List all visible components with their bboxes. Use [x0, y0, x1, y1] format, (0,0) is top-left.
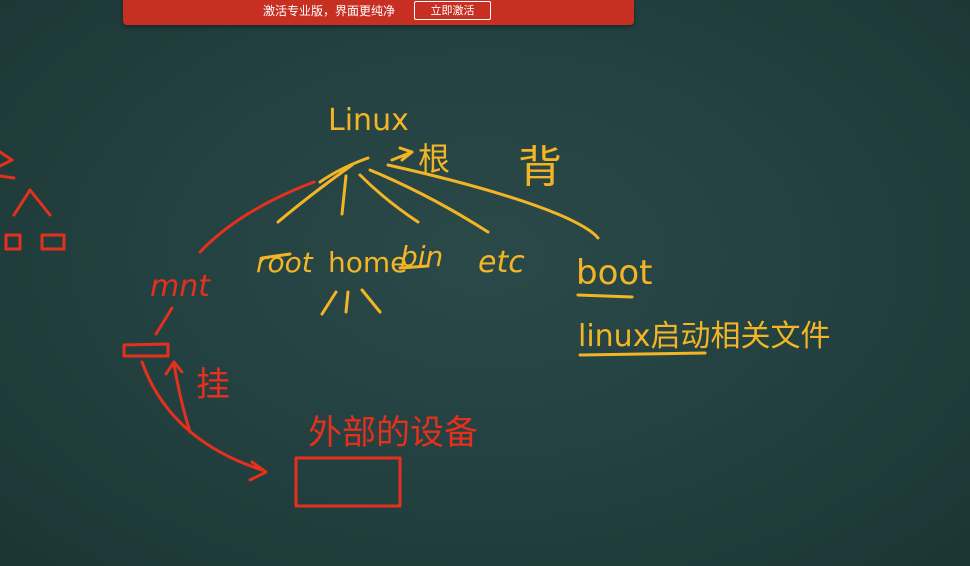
external-device-box [294, 456, 402, 508]
mount-point-box [122, 342, 170, 358]
tree-to-mnt-curve [198, 180, 316, 254]
branch-to-bin [358, 173, 420, 224]
label-back-note: 背 [518, 142, 562, 193]
label-bin: bin [400, 240, 443, 273]
house-roof-fragment [0, 150, 16, 180]
home-child-2 [344, 290, 350, 314]
label-boot: boot [576, 253, 653, 293]
house-roof [12, 188, 52, 217]
banner-message: 激活专业版，界面更纯净 [263, 4, 396, 18]
label-linux: Linux [328, 103, 409, 138]
label-mount-note: 挂 [196, 365, 230, 405]
branch-to-home [340, 174, 348, 216]
red-mount-labels: mnt 挂 外部的设备 [150, 269, 478, 453]
mnt-to-mountpoint-line [154, 306, 174, 336]
home-child-3 [360, 288, 382, 314]
label-root-note: 根 [418, 140, 450, 178]
label-root: root [256, 246, 314, 279]
house-window-2 [40, 233, 66, 251]
house-window-1 [4, 233, 22, 251]
label-boot-note: linux启动相关文件 [578, 319, 830, 354]
boot-underline [576, 293, 634, 299]
home-child-1 [320, 290, 338, 316]
label-etc: etc [478, 245, 525, 280]
arrow-to-root-note [390, 146, 414, 162]
yellow-tree-labels: Linux 根 背 root home bin etc boot linux启动… [256, 103, 830, 354]
activate-button[interactable]: 立即激活 [414, 1, 491, 20]
chalkboard: Linux 根 背 root home bin etc boot linux启动… [0, 0, 970, 566]
chalk-drawing: Linux 根 背 root home bin etc boot linux启动… [0, 103, 830, 508]
label-mnt: mnt [150, 269, 211, 304]
label-external-device: 外部的设备 [308, 413, 478, 453]
label-home: home [328, 246, 407, 279]
upgrade-banner: 激活专业版，界面更纯净 立即激活 [123, 0, 634, 25]
